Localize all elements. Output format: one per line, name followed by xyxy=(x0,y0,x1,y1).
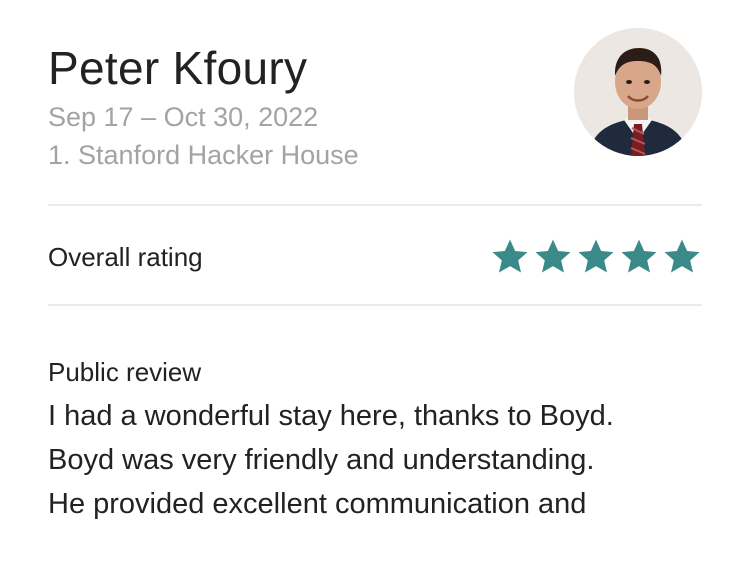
divider xyxy=(48,204,702,206)
star-icon xyxy=(619,237,659,277)
guest-name: Peter Kfoury xyxy=(48,42,308,94)
review-line: He provided excellent communication and xyxy=(48,488,587,520)
overall-rating-label: Overall rating xyxy=(48,241,203,272)
listing-name: 1. Stanford Hacker House xyxy=(48,140,359,170)
stay-dates: Sep 17 – Oct 30, 2022 xyxy=(48,102,319,132)
public-review-section: Public review I had a wonderful stay her… xyxy=(48,354,708,526)
public-review-text: I had a wonderful stay here, thanks to B… xyxy=(48,394,708,526)
divider xyxy=(48,304,702,306)
public-review-heading: Public review xyxy=(48,357,202,387)
star-rating xyxy=(490,237,702,277)
review-header: Peter Kfoury Sep 17 – Oct 30, 2022 1. St… xyxy=(48,38,568,174)
review-line: I had a wonderful stay here, thanks to B… xyxy=(48,400,614,432)
guest-avatar-photo xyxy=(574,28,702,156)
star-icon xyxy=(533,237,573,277)
review-line: Boyd was very friendly and understanding… xyxy=(48,444,595,476)
overall-rating-row: Overall rating xyxy=(48,228,702,286)
star-icon xyxy=(662,237,702,277)
avatar[interactable] xyxy=(574,28,702,156)
star-icon xyxy=(490,237,530,277)
star-icon xyxy=(576,237,616,277)
